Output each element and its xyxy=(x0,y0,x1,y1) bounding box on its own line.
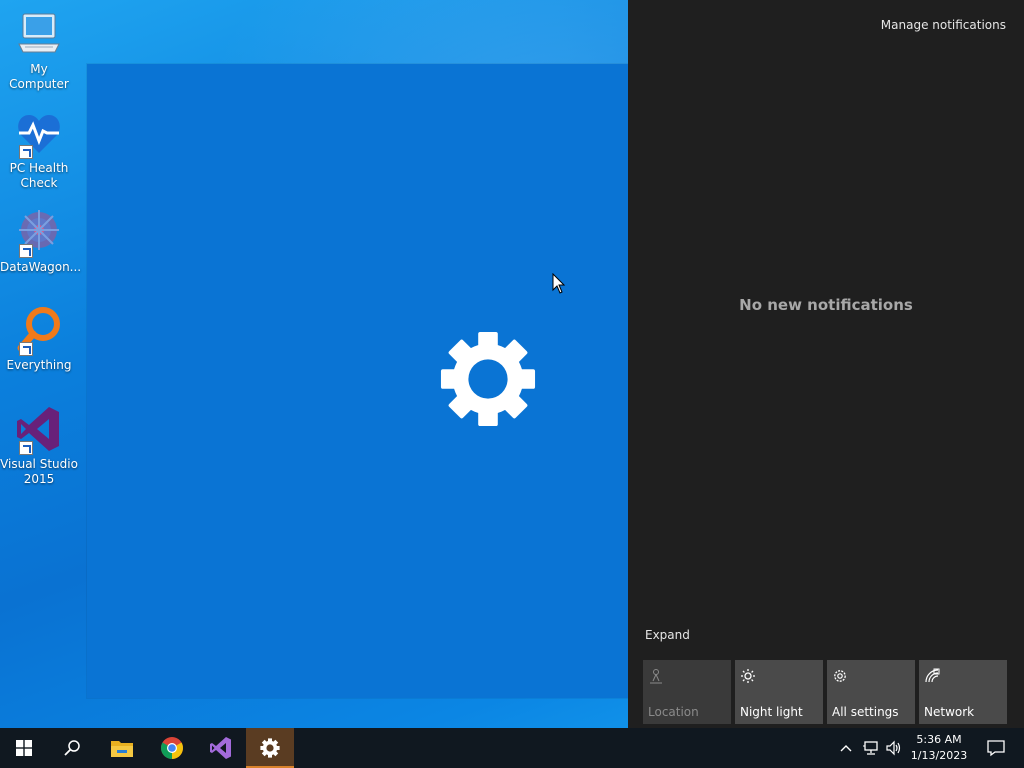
taskbar: 5:36 AM 1/13/2023 xyxy=(0,728,1024,768)
taskbar-visual-studio[interactable] xyxy=(197,728,245,768)
shortcut-arrow-icon xyxy=(19,441,33,455)
quick-action-all-settings[interactable]: All settings xyxy=(827,660,915,724)
settings-splash-window xyxy=(87,64,628,698)
network-icon xyxy=(924,668,940,684)
taskbar-clock[interactable]: 5:36 AM 1/13/2023 xyxy=(906,732,972,764)
quick-action-label: Night light xyxy=(740,705,803,719)
heart-pulse-icon xyxy=(15,109,63,159)
desktop: My Computer PC Health Check DataWagon...… xyxy=(0,0,1024,728)
computer-icon xyxy=(15,10,63,58)
gear-icon xyxy=(439,330,537,428)
quick-action-location[interactable]: Location xyxy=(643,660,731,724)
empty-notifications-message: No new notifications xyxy=(739,296,913,314)
shortcut-arrow-icon xyxy=(19,145,33,159)
chrome-icon xyxy=(161,737,183,759)
quick-action-label: Network xyxy=(924,705,975,719)
desktop-icon-label: Visual Studio 2015 xyxy=(0,457,78,486)
clock-date: 1/13/2023 xyxy=(910,749,968,762)
datawagon-icon xyxy=(15,208,63,258)
search-button[interactable] xyxy=(48,728,96,768)
visual-studio-icon xyxy=(210,737,231,759)
location-icon xyxy=(648,668,664,684)
volume-icon[interactable] xyxy=(886,740,902,756)
desktop-icon-visual-studio[interactable]: Visual Studio 2015 xyxy=(0,405,78,487)
start-icon xyxy=(16,740,32,756)
shortcut-arrow-icon xyxy=(19,342,33,356)
taskbar-settings[interactable] xyxy=(246,728,294,768)
shortcut-arrow-icon xyxy=(19,244,33,258)
network-tray-icon[interactable] xyxy=(862,740,878,756)
desktop-icon-label: Everything xyxy=(6,358,72,372)
gear-icon xyxy=(832,668,848,684)
expand-quick-actions-link[interactable]: Expand xyxy=(645,628,690,642)
quick-action-network[interactable]: Network xyxy=(919,660,1007,724)
settings-icon xyxy=(260,738,280,758)
search-icon xyxy=(64,740,80,756)
desktop-icon-label: My Computer xyxy=(9,62,69,91)
desktop-icon-everything[interactable]: Everything xyxy=(0,306,78,373)
clock-time: 5:36 AM xyxy=(916,733,962,746)
desktop-icon-label: PC Health Check xyxy=(9,161,69,190)
quick-action-night-light[interactable]: Night light xyxy=(735,660,823,724)
taskbar-chrome[interactable] xyxy=(148,728,196,768)
desktop-icon-my-computer[interactable]: My Computer xyxy=(0,10,78,92)
action-center-panel: Manage notifications No new notification… xyxy=(628,0,1024,728)
manage-notifications-link[interactable]: Manage notifications xyxy=(881,18,1006,32)
desktop-icon-datawagon[interactable]: DataWagon... xyxy=(0,208,82,275)
notification-icon xyxy=(987,740,1005,757)
quick-action-label: Location xyxy=(648,705,699,719)
taskbar-file-explorer[interactable] xyxy=(98,728,146,768)
visual-studio-icon xyxy=(15,405,63,455)
desktop-icon-pc-health-check[interactable]: PC Health Check xyxy=(0,109,78,191)
mouse-cursor-icon xyxy=(552,272,566,295)
start-button[interactable] xyxy=(0,728,48,768)
action-center-button[interactable] xyxy=(976,728,1016,768)
quick-action-label: All settings xyxy=(832,705,899,719)
show-hidden-icons-chevron-up-icon[interactable] xyxy=(838,740,854,756)
night-light-icon xyxy=(740,668,756,684)
desktop-icon-label: DataWagon... xyxy=(0,260,82,274)
quick-actions: Location Night light All settings Networ… xyxy=(643,660,1007,724)
magnifier-icon xyxy=(15,306,63,356)
file-explorer-icon xyxy=(111,741,133,757)
